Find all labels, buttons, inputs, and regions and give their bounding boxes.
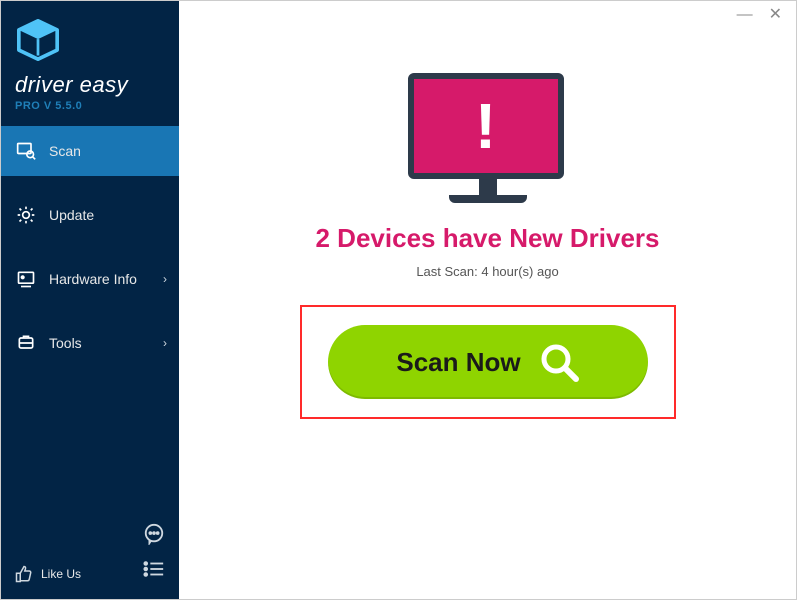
sidebar-item-label: Tools [49,335,82,351]
menu-list-icon[interactable] [143,560,165,583]
feedback-icon[interactable] [143,523,165,550]
scan-now-button[interactable]: Scan Now [328,325,648,399]
sidebar-footer: Like Us [1,513,179,599]
brand-name: driver easy [15,72,165,98]
alert-monitor-graphic: ! [408,73,568,203]
sidebar: driver easy PRO V 5.5.0 Scan Update [1,1,179,599]
tools-icon [15,333,37,353]
scan-highlight-frame: Scan Now [300,305,676,419]
footer-icons [143,523,165,583]
scan-search-icon [15,141,37,161]
logo-icon [15,19,61,61]
sidebar-item-update[interactable]: Update [1,190,179,240]
sidebar-nav: Scan Update Hardware Info › [1,126,179,513]
sidebar-item-tools[interactable]: Tools › [1,318,179,368]
scan-now-label: Scan Now [396,347,520,378]
exclamation-icon: ! [408,73,564,179]
like-us-label: Like Us [41,567,81,581]
window-controls: — ✕ [737,1,796,29]
sidebar-item-label: Scan [49,143,81,159]
brand-version: PRO V 5.5.0 [15,100,165,112]
last-scan-text: Last Scan: 4 hour(s) ago [416,264,558,279]
main-content: ! 2 Devices have New Drivers Last Scan: … [179,1,796,599]
chevron-right-icon: › [163,272,167,286]
close-button[interactable]: ✕ [769,7,782,23]
sidebar-item-label: Hardware Info [49,271,137,287]
sidebar-item-scan[interactable]: Scan [1,126,179,176]
like-us-button[interactable]: Like Us [15,565,81,583]
update-icon [15,205,37,225]
logo-area: driver easy PRO V 5.5.0 [1,1,179,122]
headline-text: 2 Devices have New Drivers [316,223,660,254]
magnifier-icon [539,342,579,382]
minimize-button[interactable]: — [737,7,753,23]
hardware-info-icon [15,269,37,289]
thumbs-up-icon [15,565,33,583]
sidebar-item-hardware-info[interactable]: Hardware Info › [1,254,179,304]
chevron-right-icon: › [163,336,167,350]
sidebar-item-label: Update [49,207,94,223]
